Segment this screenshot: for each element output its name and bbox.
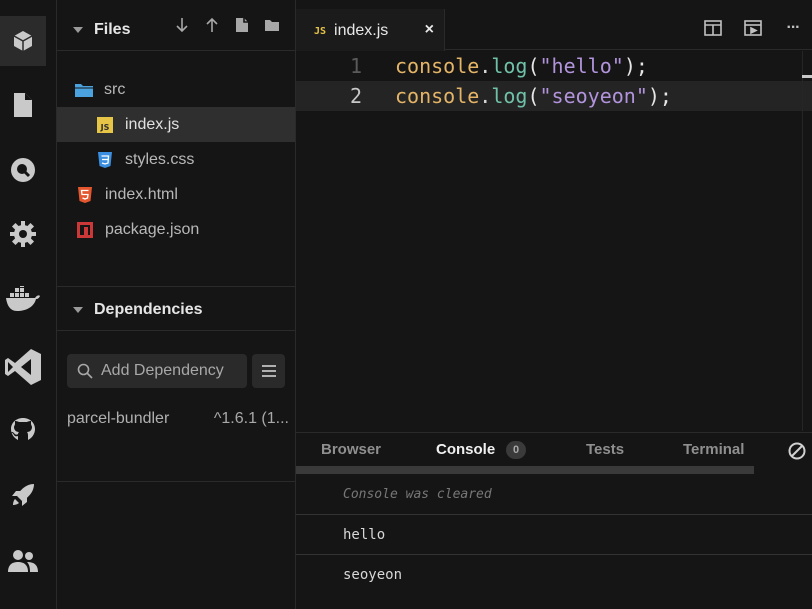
sidebar: Files src JS index.js styles.css index.h…: [57, 0, 296, 609]
tab-label: index.js: [334, 22, 389, 39]
line-number: 1: [349, 54, 362, 78]
html-file-icon: [75, 185, 95, 205]
menu-icon: [261, 365, 276, 377]
console-cleared-message: Console was cleared: [296, 475, 812, 515]
tree-item-index-js[interactable]: JS index.js: [57, 107, 295, 142]
activity-bar: [0, 0, 57, 609]
code-token: console: [395, 54, 480, 78]
dependencies-section-header[interactable]: Dependencies: [57, 286, 296, 334]
code-token: (: [527, 54, 540, 78]
dependency-item[interactable]: parcel-bundler ^1.6.1 (1...: [67, 410, 289, 432]
js-file-icon: JS: [314, 25, 327, 37]
editor-scrollbar[interactable]: [802, 51, 812, 431]
tab-index-js[interactable]: JS index.js ×: [296, 9, 445, 53]
rocket-icon: [12, 484, 34, 506]
new-folder-icon[interactable]: [263, 16, 281, 34]
activity-item-vscode[interactable]: [0, 342, 46, 392]
console-log-row: seoyeon: [343, 567, 403, 583]
file-actions: [173, 16, 281, 34]
dependencies-title: Dependencies: [94, 301, 203, 318]
npm-file-icon: [75, 220, 95, 240]
vscode-icon: [5, 349, 41, 385]
code-editor[interactable]: 1 console.log("hello"); 2 console.log("s…: [296, 51, 812, 431]
tree-item-label: index.html: [105, 185, 178, 203]
activity-item-files[interactable]: [0, 80, 46, 130]
divider: [57, 481, 296, 482]
code-text: console.log("seoyeon");: [395, 81, 672, 111]
panel-scrollbar[interactable]: [296, 466, 754, 474]
activity-item-github[interactable]: [0, 405, 46, 455]
code-line: 2 console.log("seoyeon");: [296, 81, 812, 111]
svg-text:JS: JS: [100, 123, 110, 132]
divider: [57, 50, 296, 51]
download-icon[interactable]: [173, 16, 191, 34]
console-count-badge: 0: [506, 441, 526, 459]
activity-item-settings[interactable]: [0, 209, 46, 259]
code-token: .: [479, 84, 492, 108]
code-token: "seoyeon": [539, 84, 648, 108]
code-token: console: [395, 84, 480, 108]
dependency-name: parcel-bundler: [67, 410, 170, 427]
upload-icon[interactable]: [203, 16, 221, 34]
tree-item-label: package.json: [105, 220, 200, 238]
code-line: 1 console.log("hello");: [296, 51, 812, 81]
more-icon[interactable]: ···: [782, 17, 804, 39]
code-token: .: [479, 54, 492, 78]
code-text: console.log("hello");: [395, 51, 648, 81]
tree-item-package-json[interactable]: package.json: [57, 212, 295, 247]
github-icon: [11, 418, 35, 440]
files-title: Files: [94, 21, 131, 38]
panel-tab-bar: Browser Console 0 Tests Terminal: [296, 432, 812, 468]
scroll-indicator: [802, 75, 812, 78]
activity-item-project[interactable]: [0, 16, 46, 66]
tree-item-label: styles.css: [125, 150, 195, 168]
new-file-icon[interactable]: [233, 16, 251, 34]
tab-console[interactable]: Console: [436, 441, 495, 458]
close-icon[interactable]: ×: [425, 21, 434, 39]
gear-icon: [10, 221, 36, 247]
code-token: log: [491, 84, 528, 108]
clear-console-icon[interactable]: [788, 442, 806, 460]
js-file-icon: JS: [95, 115, 115, 135]
search-icon: [77, 363, 93, 379]
console-log-row: hello: [296, 515, 812, 555]
dependency-menu-button[interactable]: [252, 354, 285, 388]
caret-down-icon: [73, 27, 83, 33]
add-dependency-placeholder: Add Dependency: [101, 362, 224, 379]
preview-icon[interactable]: [742, 17, 764, 39]
divider: [57, 330, 296, 331]
activity-item-users[interactable]: [0, 536, 46, 586]
code-token: );: [647, 84, 672, 108]
search-icon: [11, 158, 35, 182]
editor-tools: ···: [702, 17, 812, 39]
file-icon: [14, 93, 32, 117]
tree-item-index-html[interactable]: index.html: [57, 177, 295, 212]
tree-item-label: src: [104, 80, 126, 98]
css-file-icon: [95, 150, 115, 170]
activity-item-docker[interactable]: [0, 274, 46, 324]
users-icon: [8, 550, 38, 572]
docker-icon: [6, 286, 40, 311]
tab-terminal[interactable]: Terminal: [683, 441, 744, 458]
code-token: (: [527, 84, 540, 108]
code-token: );: [623, 54, 648, 78]
line-number: 2: [349, 84, 362, 108]
tree-item-src[interactable]: src: [57, 72, 295, 107]
activity-item-search[interactable]: [0, 145, 46, 195]
tree-item-styles-css[interactable]: styles.css: [57, 142, 295, 177]
caret-down-icon: [73, 307, 83, 313]
folder-icon: [74, 80, 94, 100]
add-dependency-input[interactable]: Add Dependency: [67, 354, 247, 388]
split-view-icon[interactable]: [702, 17, 724, 39]
console-output: Console was cleared hello seoyeon: [296, 475, 812, 609]
code-token: log: [491, 54, 528, 78]
cube-icon: [13, 31, 33, 51]
editor-tab-bar: JS index.js × ···: [296, 0, 812, 53]
dependency-version: ^1.6.1 (1...: [213, 410, 289, 427]
activity-item-deploy[interactable]: [0, 470, 46, 520]
tab-browser[interactable]: Browser: [321, 441, 381, 458]
code-token: "hello": [539, 54, 624, 78]
tab-tests[interactable]: Tests: [586, 441, 624, 458]
tree-item-label: index.js: [125, 115, 180, 133]
